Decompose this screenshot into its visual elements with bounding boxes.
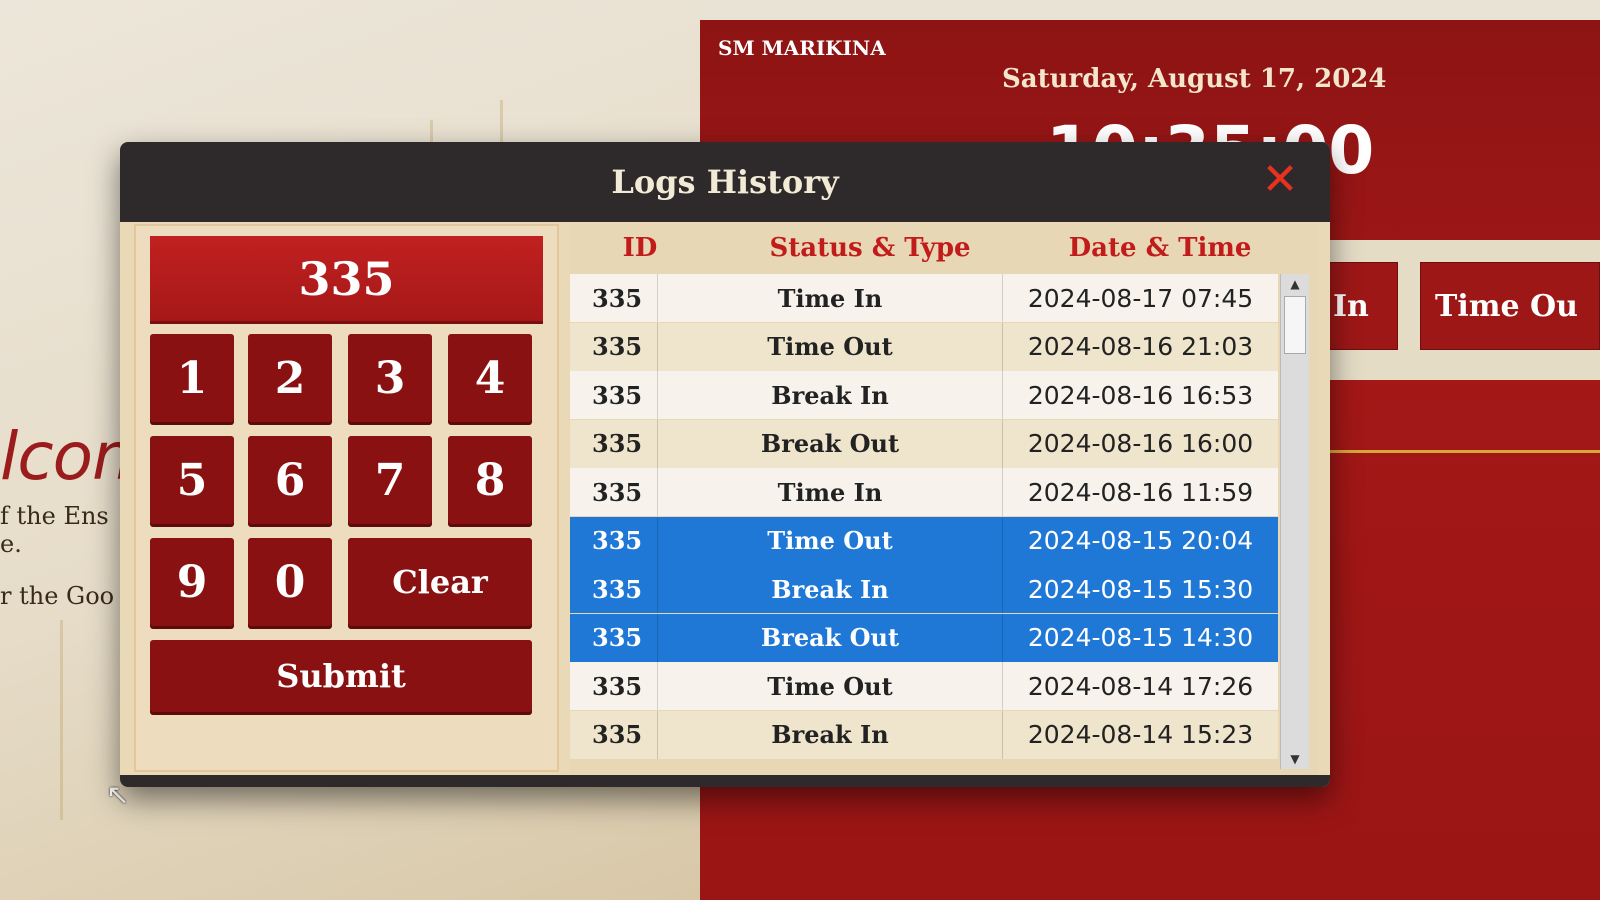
cell-status: Time Out [658,322,1003,371]
cell-datetime: 2024-08-16 16:53 [1027,380,1254,410]
key-1[interactable]: 1 [150,334,234,422]
cell-status: Break In [658,710,1003,759]
welcome-subtext: e. [0,530,22,558]
table-row[interactable]: 335 Time In 2024-08-16 11:59 [570,468,1278,516]
cell-datetime: 2024-08-16 21:03 [1027,332,1254,361]
welcome-subtext: r the Goo [0,582,115,610]
close-icon[interactable]: ✕ [1258,158,1302,202]
id-display: 335 [150,236,543,324]
table-row[interactable]: 335 Time Out 2024-08-15 20:04 [570,516,1278,565]
table-row[interactable]: 335 Break In 2024-08-14 15:23 [570,710,1278,759]
cell-datetime: 2024-08-16 16:00 [1027,429,1254,458]
cell-status: Time Out [658,516,1003,565]
welcome-subtext: f the Ens [0,502,109,530]
key-0[interactable]: 0 [248,538,332,626]
cell-id: 335 [570,419,658,468]
scroll-thumb[interactable] [1284,296,1306,354]
key-6[interactable]: 6 [248,436,332,524]
cell-id: 335 [570,662,658,710]
cell-datetime: 2024-08-17 07:45 [1027,283,1254,313]
logs-history-modal: Logs History ✕ 335 1 2 3 4 5 6 7 8 9 0 C… [120,142,1330,787]
key-2[interactable]: 2 [248,334,332,422]
table-row[interactable]: 335 Time In 2024-08-17 07:45 [570,274,1278,322]
cell-id: 335 [570,322,658,371]
submit-button[interactable]: Submit [150,640,532,712]
divider [1320,450,1600,453]
scroll-down-icon[interactable]: ▼ [1281,749,1309,769]
cell-id: 335 [570,516,658,565]
vertical-scrollbar[interactable]: ▲ ▼ [1280,274,1309,769]
cell-datetime: 2024-08-15 15:30 [1027,574,1254,604]
modal-header: Logs History ✕ [120,142,1330,222]
cell-datetime: 2024-08-15 14:30 [1027,623,1254,652]
column-header-status[interactable]: Status & Type [710,224,1030,272]
cell-status: Time In [658,468,1003,516]
keypad-panel: 335 1 2 3 4 5 6 7 8 9 0 Clear Submit [134,224,559,772]
cell-status: Break In [658,371,1003,419]
key-7[interactable]: 7 [348,436,432,524]
cell-status: Break Out [658,419,1003,468]
table-row[interactable]: 335 Break Out 2024-08-16 16:00 [570,419,1278,468]
table-row[interactable]: 335 Break Out 2024-08-15 14:30 [570,613,1278,662]
cell-datetime: 2024-08-14 15:23 [1027,720,1254,749]
time-in-button[interactable]: In [1318,262,1398,350]
branch-name: SM MARIKINA [718,36,886,60]
modal-footer [120,775,1330,787]
cell-id: 335 [570,371,658,419]
key-3[interactable]: 3 [348,334,432,422]
cell-id: 335 [570,565,658,613]
cell-status: Break Out [658,613,1003,662]
scroll-up-icon[interactable]: ▲ [1281,274,1309,294]
cell-id: 335 [570,468,658,516]
key-5[interactable]: 5 [150,436,234,524]
column-header-id[interactable]: ID [570,224,710,272]
cell-id: 335 [570,613,658,662]
background-sketch [60,620,63,820]
column-header-datetime[interactable]: Date & Time [1030,224,1290,272]
table-row[interactable]: 335 Time Out 2024-08-14 17:26 [570,662,1278,710]
key-8[interactable]: 8 [448,436,532,524]
cell-datetime: 2024-08-15 20:04 [1027,526,1254,555]
time-out-button[interactable]: Time Ou [1420,262,1600,350]
cell-datetime: 2024-08-16 11:59 [1027,477,1254,507]
cell-datetime: 2024-08-14 17:26 [1027,671,1254,701]
cell-id: 335 [570,274,658,322]
table-row[interactable]: 335 Break In 2024-08-15 15:30 [570,565,1278,613]
cell-status: Time In [658,274,1003,322]
clear-button[interactable]: Clear [348,538,532,626]
cell-id: 335 [570,710,658,759]
cell-status: Break In [658,565,1003,613]
cell-status: Time Out [658,662,1003,710]
key-4[interactable]: 4 [448,334,532,422]
logs-table: ID Status & Type Date & Time 335 Time In 2… [570,224,1318,775]
table-row[interactable]: 335 Time Out 2024-08-16 21:03 [570,322,1278,371]
table-row[interactable]: 335 Break In 2024-08-16 16:53 [570,371,1278,419]
current-date: Saturday, August 17, 2024 [1002,64,1387,94]
key-9[interactable]: 9 [150,538,234,626]
modal-title: Logs History [611,163,839,201]
